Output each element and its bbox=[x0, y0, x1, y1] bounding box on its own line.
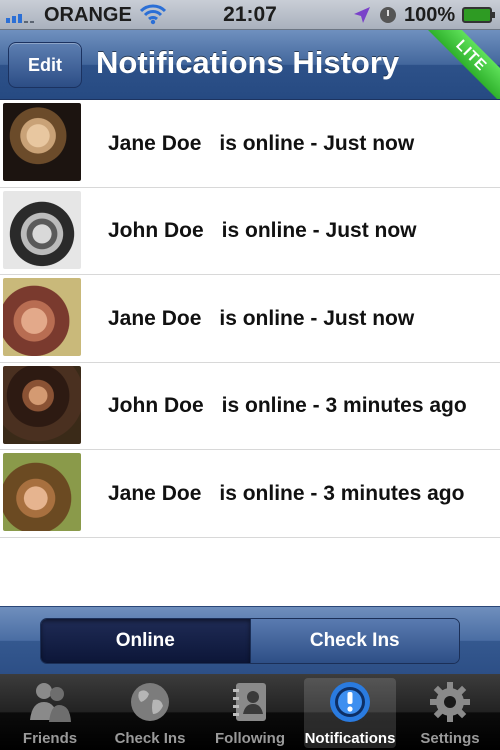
contact-name: Jane Doe bbox=[108, 131, 202, 155]
avatar bbox=[3, 365, 81, 444]
contact-name: Jane Doe bbox=[108, 481, 202, 505]
tab-check-ins[interactable]: Check Ins bbox=[100, 674, 200, 750]
tab-label: Following bbox=[215, 730, 285, 747]
notification-message: is online - Just now bbox=[219, 131, 415, 155]
tab-label: Check Ins bbox=[114, 730, 186, 747]
tab-following[interactable]: Following bbox=[200, 674, 300, 750]
tab-label: Settings bbox=[420, 730, 480, 747]
tab-label: Notifications bbox=[304, 730, 396, 747]
lite-ribbon: LITE bbox=[416, 30, 500, 99]
page-title: Notifications History bbox=[96, 45, 400, 80]
exclamation-icon bbox=[330, 682, 370, 722]
avatar bbox=[3, 103, 81, 181]
alarm-clock-icon bbox=[380, 7, 396, 23]
friends-icon bbox=[30, 683, 71, 722]
list-item[interactable]: Jane Doe is online - Just now bbox=[0, 275, 500, 363]
list-item[interactable]: Jane Doe is online - Just now bbox=[0, 100, 500, 188]
segment-toolbar: Online Check Ins bbox=[0, 606, 500, 674]
segment-online[interactable]: Online bbox=[41, 619, 250, 663]
location-arrow-icon bbox=[354, 7, 370, 23]
tab-friends[interactable]: Friends bbox=[0, 674, 100, 750]
list-item[interactable]: John Doe is online - Just now bbox=[0, 187, 500, 275]
globe-icon bbox=[131, 683, 169, 721]
contact-name: John Doe bbox=[108, 394, 204, 417]
avatar bbox=[3, 453, 81, 531]
contact-name: Jane Doe bbox=[108, 306, 202, 330]
contact-name: John Doe bbox=[108, 219, 204, 242]
battery-icon bbox=[462, 7, 495, 23]
segment-check-ins[interactable]: Check Ins bbox=[249, 619, 459, 663]
tab-label: Friends bbox=[22, 730, 78, 747]
notification-message: is online - Just now bbox=[221, 219, 417, 242]
navigation-bar: Edit Notifications History LITE bbox=[0, 30, 500, 100]
avatar bbox=[3, 278, 81, 356]
edit-button[interactable]: Edit bbox=[8, 42, 82, 88]
notifications-list: Jane Doe is online - Just now John Doe is … bbox=[0, 100, 500, 538]
status-bar: ORANGE 21:07 100% bbox=[0, 0, 500, 30]
gear-icon bbox=[430, 682, 470, 722]
notification-message: is online - 3 minutes ago bbox=[221, 394, 467, 417]
tab-settings[interactable]: Settings bbox=[400, 674, 500, 750]
avatar bbox=[3, 190, 81, 269]
tab-bar: Friends Check Ins Following Notification… bbox=[0, 674, 500, 750]
notification-message: is online - Just now bbox=[219, 306, 415, 330]
battery-percentage: 100% bbox=[404, 4, 456, 26]
notification-message: is online - 3 minutes ago bbox=[219, 481, 465, 505]
list-item[interactable]: John Doe is online - 3 minutes ago bbox=[0, 362, 500, 450]
list-item[interactable]: Jane Doe is online - 3 minutes ago bbox=[0, 450, 500, 538]
tab-notifications[interactable]: Notifications bbox=[300, 674, 400, 750]
address-book-icon bbox=[233, 683, 266, 721]
online-checkins-segmented-control: Online Check Ins bbox=[40, 618, 460, 664]
